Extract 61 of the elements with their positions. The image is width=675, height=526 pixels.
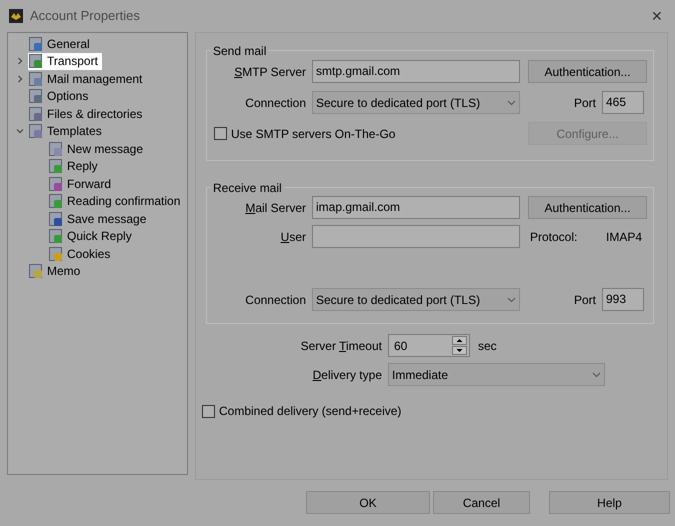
tree-item[interactable]: Cookies <box>48 245 187 262</box>
tree-item[interactable]: Reading confirmation <box>48 192 187 210</box>
protocol-value: IMAP4 <box>606 228 642 246</box>
field-label: Delivery type <box>312 366 382 384</box>
checkbox-label: Use SMTP servers On-The-Go <box>231 126 396 142</box>
help-button[interactable]: Help <box>549 491 670 514</box>
tree-item[interactable]: Reply <box>48 158 187 175</box>
spinner-arrows-icon <box>452 336 467 355</box>
delivery-type-dropdown[interactable]: Immediate <box>388 363 605 386</box>
tree-item[interactable]: New message <box>48 140 187 158</box>
document-icon <box>48 210 64 227</box>
field-label: Mail Server <box>245 200 306 216</box>
ok-button[interactable]: OK <box>306 491 430 514</box>
document-icon <box>48 246 64 262</box>
chevron-down-icon <box>507 296 516 302</box>
chevron-right-icon[interactable] <box>16 74 24 83</box>
chevron-down-icon <box>592 372 601 378</box>
app-icon <box>8 8 24 24</box>
field-label: Connection <box>245 94 306 112</box>
field-label: Connection <box>245 292 306 308</box>
authentication-button[interactable]: Authentication... <box>528 60 647 83</box>
input-field[interactable]: smtp.gmail.com <box>312 60 520 83</box>
field-label: User <box>280 228 306 246</box>
document-icon <box>48 140 64 157</box>
document-icon <box>48 158 64 174</box>
input-field[interactable]: imap.gmail.com <box>312 196 520 219</box>
timeout-spinner[interactable]: 60 <box>388 334 470 357</box>
field-label: Port <box>574 94 596 112</box>
window-title: Account Properties <box>30 7 140 26</box>
unit-label: sec <box>478 338 497 354</box>
cancel-button[interactable]: Cancel <box>433 491 530 514</box>
connection-dropdown[interactable]: Secure to dedicated port (TLS) <box>312 91 520 114</box>
port-field[interactable]: 465 <box>602 91 644 114</box>
tree-item[interactable]: General <box>28 35 94 52</box>
document-icon <box>48 228 64 244</box>
document-icon <box>48 193 64 210</box>
tree-item[interactable]: Save message <box>48 210 187 228</box>
close-button[interactable]: ✕ <box>647 6 667 26</box>
chevron-right-icon[interactable] <box>16 57 24 66</box>
user-field[interactable] <box>312 225 520 248</box>
chevron-down-icon[interactable] <box>16 127 24 136</box>
field-label: Server Timeout <box>300 338 382 354</box>
tree-item[interactable]: Transport <box>28 52 102 70</box>
tree-item[interactable]: Templates <box>28 122 106 140</box>
tree-item[interactable]: Memo <box>28 262 84 280</box>
tree-item[interactable]: Mail management <box>28 70 146 88</box>
port-field[interactable]: 993 <box>602 288 644 311</box>
connection-dropdown[interactable]: Secure to dedicated port (TLS) <box>312 288 520 311</box>
field-label: Port <box>574 292 596 308</box>
tree-item[interactable]: Options <box>28 88 92 105</box>
authentication-button[interactable]: Authentication... <box>528 196 647 219</box>
tree-item[interactable]: Quick Reply <box>48 228 187 245</box>
document-icon <box>48 176 64 192</box>
field-label: SMTP Server <box>234 64 306 80</box>
chevron-down-icon <box>507 100 516 106</box>
checkbox[interactable] <box>214 127 227 140</box>
tree-item[interactable]: Forward <box>48 175 187 192</box>
protocol-label: Protocol: <box>530 228 578 246</box>
tree-item[interactable]: Files & directories <box>28 105 146 122</box>
checkbox[interactable] <box>202 404 215 418</box>
checkbox-label: Combined delivery (send+receive) <box>219 403 402 420</box>
